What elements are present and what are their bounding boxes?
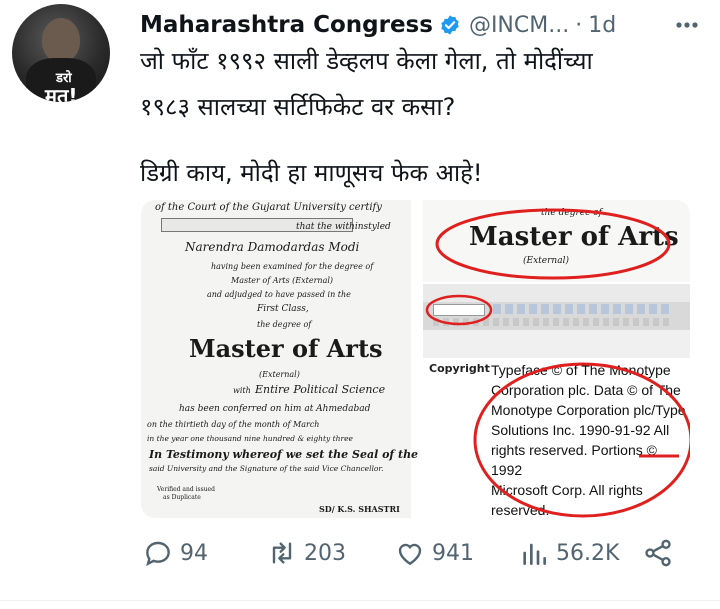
tweet-actions: 94 203 941 56.2K xyxy=(142,535,682,571)
tweet-text-line-3: डिग्री काय, मोदी हा माणूसच फेक आहे! xyxy=(140,159,483,187)
cert-line-6: the degree of xyxy=(257,320,312,329)
cert-line-5: and adjudged to have passed in the xyxy=(207,290,351,299)
retweet-count: 203 xyxy=(304,540,346,566)
zoomed-degree-image[interactable]: the degree of Master of Arts (External) xyxy=(423,200,690,282)
cert-class: First Class, xyxy=(257,304,309,314)
avatar-text-bottom: मत! xyxy=(45,84,78,102)
avatar[interactable]: डरो मत! xyxy=(12,4,110,102)
red-circle-top-icon xyxy=(435,208,671,280)
views-chart-icon xyxy=(523,543,546,565)
cert-degree: Master of Arts xyxy=(189,334,383,363)
copyright-image[interactable]: Copyright Typeface © of The Monotype Cor… xyxy=(423,358,690,518)
cert-subject: Entire Political Science xyxy=(255,383,386,396)
avatar-face xyxy=(42,18,80,62)
retweet-icon xyxy=(272,542,292,564)
cert-name: Narendra Damodardas Modi xyxy=(185,240,360,254)
like-count: 941 xyxy=(432,540,474,566)
cert-line-11: said University and the Signature of the… xyxy=(149,464,384,473)
share-button[interactable] xyxy=(642,535,674,571)
red-circle-copyright-icon xyxy=(473,362,690,518)
cert-line-4: Master of Arts (External) xyxy=(231,276,334,285)
cert-line-9: in the year one thousand nine hundred & … xyxy=(147,434,353,443)
reply-icon xyxy=(146,541,170,566)
account-name[interactable]: Maharashtra Congress xyxy=(140,12,433,38)
reply-count: 94 xyxy=(180,540,208,566)
cert-line-2: that the withinstyled xyxy=(296,222,391,232)
word-toolbar-image[interactable] xyxy=(423,284,690,358)
cert-line-3: having been examined for the degree of xyxy=(211,262,374,271)
tweet-media[interactable]: of the Court of the Gujarat University c… xyxy=(141,200,690,518)
share-icon xyxy=(645,539,671,567)
tweet-header: Maharashtra Congress @INCM... · 1d xyxy=(140,8,616,42)
tweet-text-line-2: १९८३ सालच्या सर्टिफिकेट वर कसा? xyxy=(140,93,456,121)
retweet-button[interactable]: 203 xyxy=(266,535,346,571)
cert-verified-2: as Duplicate xyxy=(163,494,201,501)
separator-dot: · xyxy=(575,12,583,38)
views-count: 56.2K xyxy=(556,540,620,566)
cert-signature: SD/ K.S. SHASTRI xyxy=(319,504,400,514)
cert-line-1: of the Court of the Gujarat University c… xyxy=(155,202,382,213)
like-button[interactable]: 941 xyxy=(394,535,474,571)
heart-icon xyxy=(398,543,422,566)
divider xyxy=(0,600,720,601)
cert-verified: Verified and issued xyxy=(157,486,215,493)
certificate-image[interactable]: of the Court of the Gujarat University c… xyxy=(141,200,418,518)
reply-button[interactable]: 94 xyxy=(142,535,208,571)
more-options-icon[interactable] xyxy=(672,14,702,36)
account-handle[interactable]: @INCM... xyxy=(469,13,569,38)
cert-line-10: In Testimony whereof we set the Seal of … xyxy=(149,448,419,461)
tweet-text-line-1: जो फाँट १९९२ साली डेव्हलप केला गेला, तो … xyxy=(140,47,593,75)
tweet-timestamp[interactable]: 1d xyxy=(588,13,616,38)
red-circle-toolbar-icon xyxy=(425,294,493,326)
cert-external: (External) xyxy=(259,370,300,379)
cert-subject-prefix: with xyxy=(233,386,251,395)
cert-line-8: on the thirtieth day of the month of Mar… xyxy=(147,420,320,429)
verified-badge-icon xyxy=(441,15,459,35)
cert-line-7: has been conferred on him at Ahmedabad xyxy=(179,404,371,414)
views-button[interactable]: 56.2K xyxy=(518,535,619,571)
